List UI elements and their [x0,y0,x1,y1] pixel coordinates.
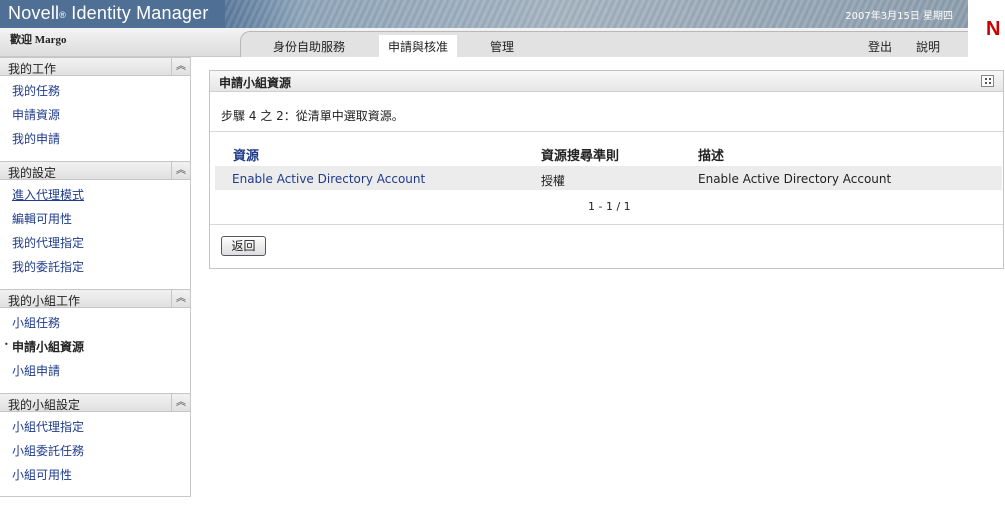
section-my-team-work: 我的小組工作 ︽ [0,289,190,308]
sidebar-item-my-tasks[interactable]: 我的任務 [12,82,60,99]
sidebar-item-team-availability[interactable]: 小組可用性 [12,466,72,483]
section-title: 我的工作 [8,62,57,76]
column-header-criteria: 資源搜尋準則 [541,149,620,164]
sidebar-item-edit-availability[interactable]: 編輯可用性 [12,210,72,227]
help-link[interactable]: 說明 [916,38,940,55]
tab-management[interactable]: 管理 [490,38,514,55]
section-my-work: 我的工作 ︽ [0,57,190,76]
product-title: Novell® Identity Manager [8,3,209,23]
back-button[interactable]: 返回 [221,236,266,256]
tab-strip: 身份自助服務 申請與核准 管理 登出 說明 [240,31,968,61]
collapse-icon[interactable]: ︽ [171,394,190,411]
novell-logo: N [968,0,1005,57]
sidebar-item-team-proxy-assignments[interactable]: 小組代理指定 [12,418,84,435]
welcome-text: 歡迎 Margo [10,34,67,46]
resource-description: Enable Active Directory Account [698,172,892,186]
collapse-icon[interactable]: ︽ [171,58,190,75]
divider [210,224,1003,225]
nav-bar: 歡迎 Margo 身份自助服務 申請與核准 管理 登出 說明 [0,28,968,61]
section-my-settings: 我的設定 ︽ [0,161,190,180]
logout-link[interactable]: 登出 [868,38,892,55]
panel-header: 申請小組資源 [210,71,1003,92]
request-team-resource-panel: 申請小組資源 步驟 4 之 2：從清單中選取資源。 資源 資源搜尋準則 描述 E… [209,70,1004,269]
section-my-team-settings: 我的小組設定 ︽ [0,393,190,412]
current-page-indicator: • [4,340,9,349]
section-title: 我的設定 [8,166,57,180]
section-title: 我的小組設定 [8,398,81,412]
resource-criteria: 授權 [541,174,566,188]
sidebar-item-enter-proxy-mode[interactable]: 進入代理模式 [12,186,84,203]
section-title: 我的小組工作 [8,294,81,308]
app-header: Novell® Identity Manager 2007年3月15日 星期四 … [0,0,1005,61]
pagination-info: 1 - 1 / 1 [588,200,631,213]
column-header-resource[interactable]: 資源 [233,145,259,164]
column-header-description: 描述 [698,149,725,164]
tab-requests-approvals[interactable]: 申請與核准 [379,35,458,61]
banner: Novell® Identity Manager 2007年3月15日 星期四 [0,0,968,28]
collapse-icon[interactable]: ︽ [171,290,190,307]
sidebar-item-team-requests[interactable]: 小組申請 [12,362,60,379]
collapse-icon[interactable]: ︽ [171,162,190,179]
tab-identity-self-service[interactable]: 身份自助服務 [273,38,345,55]
sidebar-item-my-requests[interactable]: 我的申請 [12,130,60,147]
panel-options-icon[interactable] [981,75,994,87]
resource-link[interactable]: Enable Active Directory Account [232,172,425,186]
sidebar-item-team-delegate-tasks[interactable]: 小組委託任務 [12,442,84,459]
sidebar: 我的工作 ︽ 我的任務 申請資源 我的申請 我的設定 ︽ 進入代理模式 編輯可用… [0,57,191,497]
divider [210,131,1003,132]
sidebar-item-my-proxy-assignments[interactable]: 我的代理指定 [12,234,84,251]
sidebar-item-request-team-resource[interactable]: 申請小組資源 [12,338,84,355]
current-date: 2007年3月15日 星期四 [845,11,953,22]
panel-title: 申請小組資源 [219,76,292,90]
step-instruction: 步驟 4 之 2：從清單中選取資源。 [221,109,404,123]
sidebar-item-request-resource[interactable]: 申請資源 [12,106,60,123]
sidebar-item-team-tasks[interactable]: 小組任務 [12,314,60,331]
sidebar-item-my-delegate-assignments[interactable]: 我的委託指定 [12,258,84,275]
